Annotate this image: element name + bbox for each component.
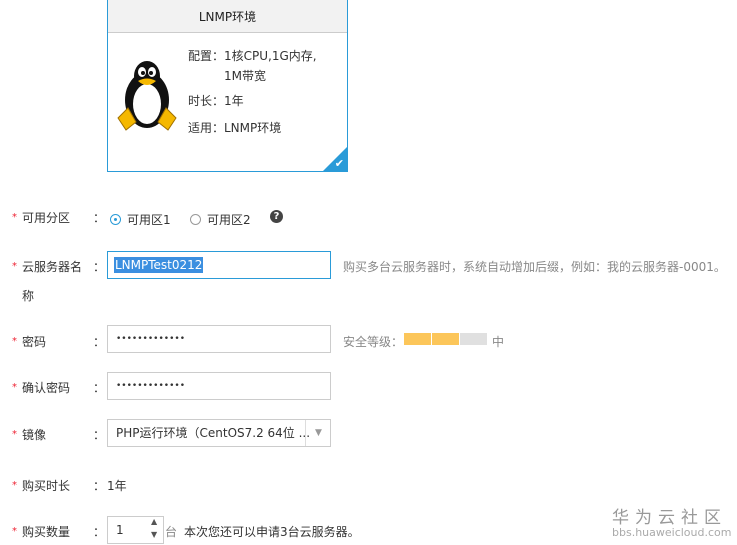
- strength-segment-empty: [460, 333, 487, 345]
- confirm-password-input[interactable]: •••••••••••••: [107, 372, 331, 400]
- input-value: LNMPTest0212: [114, 257, 204, 273]
- duration-label: 购买时长: [22, 479, 71, 493]
- name-hint: 购买多台云服务器时，系统自动增加后缀，例如：我的云服务器-0001。: [343, 260, 726, 274]
- required-mark: *: [12, 429, 17, 440]
- check-icon: ✔: [334, 157, 344, 170]
- required-mark: *: [12, 382, 17, 393]
- required-mark: *: [12, 261, 17, 272]
- image-label: 镜像: [22, 428, 47, 442]
- card-config-line2: 1M带宽: [224, 69, 266, 83]
- zone-option-2[interactable]: 可用区2: [190, 211, 251, 228]
- card-duration: 时长：1年: [188, 94, 244, 108]
- password-input[interactable]: •••••••••••••: [107, 325, 331, 353]
- colon: ：: [93, 525, 106, 539]
- card-title: LNMP环境: [108, 0, 347, 33]
- colon: ：: [93, 335, 106, 349]
- radio-checked[interactable]: [110, 214, 121, 225]
- zone-label: 可用分区: [22, 211, 71, 225]
- colon: ：: [93, 260, 106, 274]
- duration-value: 1年: [107, 479, 127, 493]
- required-mark: *: [12, 212, 17, 223]
- zone-option-1[interactable]: 可用区1: [110, 211, 171, 228]
- image-select[interactable]: PHP运行环境（CentOS7.2 64位 ...: [107, 419, 331, 447]
- required-mark: *: [12, 336, 17, 347]
- quantity-hint: 本次您还可以申请3台云服务器。: [184, 525, 360, 539]
- strength-segment-filled: [404, 333, 431, 345]
- help-icon[interactable]: ?: [270, 210, 283, 223]
- password-label: 密码: [22, 335, 47, 349]
- colon: ：: [93, 211, 106, 225]
- name-label-cont: 称: [22, 289, 35, 303]
- strength-level: 中: [492, 335, 505, 349]
- radio-unchecked[interactable]: [190, 214, 201, 225]
- quantity-unit: 台: [165, 525, 178, 539]
- watermark-url: bbs.huaweicloud.com: [612, 526, 732, 539]
- watermark-title: 华为云社区: [612, 508, 727, 528]
- strength-label: 安全等级：: [343, 335, 404, 349]
- decrement-icon[interactable]: ▼: [151, 530, 157, 539]
- name-label: 云服务器名: [22, 260, 83, 274]
- image-card-lnmp[interactable]: LNMP环境 配置：1核CPU,1G内存, 1M带宽 时长：1年 适用：LNMP…: [107, 0, 348, 172]
- chevron-down-icon[interactable]: ▼: [305, 420, 331, 446]
- strength-segment-filled: [432, 333, 459, 345]
- colon: ：: [93, 381, 106, 395]
- select-value: PHP运行环境（CentOS7.2 64位 ...: [116, 426, 311, 440]
- card-usage: 适用：LNMP环境: [188, 121, 282, 135]
- linux-penguin-icon: [117, 61, 177, 131]
- increment-icon[interactable]: ▲: [151, 517, 157, 526]
- required-mark: *: [12, 526, 17, 537]
- zone-option-label: 可用区1: [127, 213, 171, 227]
- card-config: 配置：1核CPU,1G内存,: [188, 49, 317, 63]
- server-name-input[interactable]: LNMPTest0212: [107, 251, 331, 279]
- zone-option-label: 可用区2: [207, 213, 251, 227]
- confirm-label: 确认密码: [22, 381, 71, 395]
- colon: ：: [93, 428, 106, 442]
- quantity-label: 购买数量: [22, 525, 71, 539]
- colon: ：: [93, 479, 106, 493]
- required-mark: *: [12, 480, 17, 491]
